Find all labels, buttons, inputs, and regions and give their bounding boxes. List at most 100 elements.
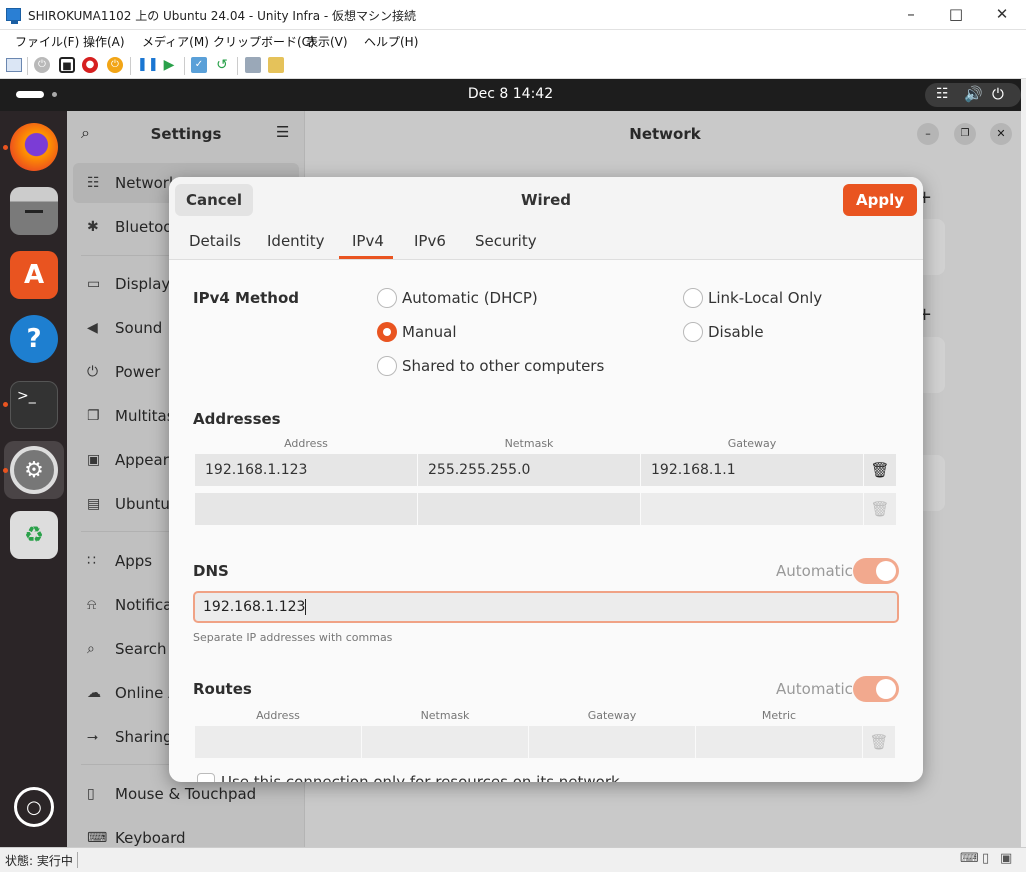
host-titlebar: SHIROKUMA1102 上の Ubuntu 24.04 - Unity In… (0, 0, 1026, 30)
dialog-title: Wired (521, 191, 571, 209)
route-address-field[interactable] (195, 726, 361, 758)
maximize-icon[interactable]: □ (945, 4, 967, 26)
wired-settings-dialog: Cancel Wired Apply Details Identity IPv4… (169, 177, 923, 782)
routes-label: Routes (193, 680, 252, 698)
only-resources-label[interactable]: Use this connection only for resources o… (221, 773, 620, 782)
tab-security[interactable]: Security (475, 232, 537, 250)
menu-help[interactable]: ヘルプ(H) (364, 33, 418, 50)
gateway-field[interactable]: 192.168.1.1 (641, 454, 863, 486)
apply-button[interactable]: Apply (843, 184, 917, 216)
tab-identity[interactable]: Identity (267, 232, 325, 250)
route-netmask-field[interactable] (362, 726, 528, 758)
only-resources-checkbox[interactable] (197, 773, 215, 782)
addresses-header-gateway: Gateway (727, 437, 777, 450)
radio-dhcp-label[interactable]: Automatic (DHCP) (402, 289, 538, 307)
save-state-icon[interactable]: ⏻ (107, 57, 123, 73)
trash-icon[interactable]: ♻ (10, 511, 58, 559)
radio-link-local[interactable] (683, 288, 703, 308)
app-center-icon[interactable]: A (10, 251, 58, 299)
delete-address-button[interactable]: 🗑 (864, 454, 896, 486)
menu-file[interactable]: ファイル(F) (15, 33, 79, 50)
dns-label: DNS (193, 562, 229, 580)
files-icon[interactable] (10, 187, 58, 235)
enhanced-session-icon[interactable] (245, 57, 261, 73)
delete-route-button-disabled: 🗑 (863, 726, 895, 758)
dns-automatic-label: Automatic (776, 562, 853, 580)
system-menu[interactable]: ☷ 🔊 ⏻ (925, 83, 1021, 107)
text-cursor (305, 599, 307, 615)
checkpoint-icon[interactable]: ✓ (191, 57, 207, 73)
routes-header-gateway: Gateway (587, 709, 637, 722)
clock[interactable]: Dec 8 14:42 (0, 86, 1021, 102)
radio-shared[interactable] (377, 356, 397, 376)
volume-icon: 🔊 (964, 85, 983, 103)
mouse-status-icon: ▯ (982, 851, 990, 866)
tab-active-indicator (339, 256, 393, 259)
power-icon: ⏻ (992, 85, 1004, 103)
host-menubar: ファイル(F) 操作(A) メディア(M) クリップボード(C) 表示(V) ヘ… (0, 30, 1026, 52)
radio-dhcp[interactable] (377, 288, 397, 308)
close-icon[interactable]: ✕ (991, 4, 1013, 26)
routes-header-address: Address (256, 709, 300, 722)
tab-details[interactable]: Details (189, 232, 241, 250)
route-metric-field[interactable] (696, 726, 862, 758)
dialog-header: Cancel Wired Apply Details Identity IPv4… (169, 177, 923, 260)
gnome-top-bar: Dec 8 14:42 ☷ 🔊 ⏻ (0, 79, 1021, 111)
start-icon[interactable]: ⏻ (34, 57, 50, 73)
radio-manual-label[interactable]: Manual (402, 323, 457, 341)
trash-icon: 🗑 (870, 461, 890, 479)
radio-disable[interactable] (683, 322, 703, 342)
delete-address-button-disabled: 🗑 (864, 493, 896, 525)
routes-header-netmask: Netmask (420, 709, 470, 722)
addresses-header-netmask: Netmask (504, 437, 554, 450)
settings-icon[interactable]: ⚙ (10, 446, 58, 494)
vm-connection-icon (6, 8, 21, 24)
radio-manual[interactable] (377, 322, 397, 342)
tab-ipv4[interactable]: IPv4 (352, 232, 384, 250)
netmask-field[interactable]: 255.255.255.0 (418, 454, 640, 486)
gateway-field-empty[interactable] (641, 493, 863, 525)
addresses-label: Addresses (193, 410, 281, 428)
trash-icon: 🗑 (870, 500, 890, 518)
trash-icon: 🗑 (869, 733, 889, 751)
ubuntu-dock: A ? >_ ⚙ ♻ ○ (0, 111, 67, 847)
address-field-empty[interactable] (195, 493, 417, 525)
menu-view[interactable]: 表示(V) (306, 33, 348, 50)
ipv4-method-label: IPv4 Method (193, 289, 300, 307)
resume-icon[interactable]: ▶ (161, 57, 177, 73)
share-icon[interactable] (268, 57, 284, 73)
revert-icon[interactable]: ↺ (214, 57, 230, 73)
shutdown-icon[interactable]: ● (82, 57, 98, 73)
menu-media[interactable]: メディア(M) (142, 33, 209, 50)
tab-ipv6[interactable]: IPv6 (414, 232, 446, 250)
radio-shared-label[interactable]: Shared to other computers (402, 357, 604, 375)
dns-hint: Separate IP addresses with commas (193, 631, 393, 644)
menu-action[interactable]: 操作(A) (83, 33, 125, 50)
terminal-icon[interactable]: >_ (10, 381, 58, 429)
routes-header-metric: Metric (761, 709, 797, 722)
host-statusbar: 状態: 実行中 ⌨ ▯ ▣ (0, 847, 1026, 872)
dns-automatic-toggle[interactable] (853, 558, 899, 584)
pause-icon[interactable]: ❚❚ (137, 57, 159, 73)
vm-status: 状態: 実行中 (5, 854, 73, 868)
radio-link-local-label[interactable]: Link-Local Only (708, 289, 822, 307)
addresses-header-address: Address (284, 437, 328, 450)
menu-clipboard[interactable]: クリップボード(C) (213, 33, 315, 50)
keyboard-status-icon: ⌨ (960, 851, 979, 866)
routes-automatic-label: Automatic (776, 680, 853, 698)
host-window-edge (1021, 79, 1026, 847)
help-icon[interactable]: ? (10, 315, 58, 363)
turn-off-icon[interactable]: ■ (59, 57, 75, 73)
netmask-field-empty[interactable] (418, 493, 640, 525)
show-apps-icon[interactable]: ○ (14, 787, 54, 827)
routes-automatic-toggle[interactable] (853, 676, 899, 702)
address-field[interactable]: 192.168.1.123 (195, 454, 417, 486)
radio-disable-label[interactable]: Disable (708, 323, 764, 341)
dns-input[interactable]: 192.168.1.123 (193, 591, 899, 623)
network-icon: ☷ (936, 86, 949, 102)
route-gateway-field[interactable] (529, 726, 695, 758)
host-toolbar: ⏻ ■ ● ⏻ ❚❚ ▶ ✓ ↺ (0, 52, 1026, 79)
ctrl-alt-del-icon[interactable] (6, 58, 22, 72)
minimize-icon[interactable]: – (900, 4, 922, 26)
firefox-icon[interactable] (10, 123, 58, 171)
